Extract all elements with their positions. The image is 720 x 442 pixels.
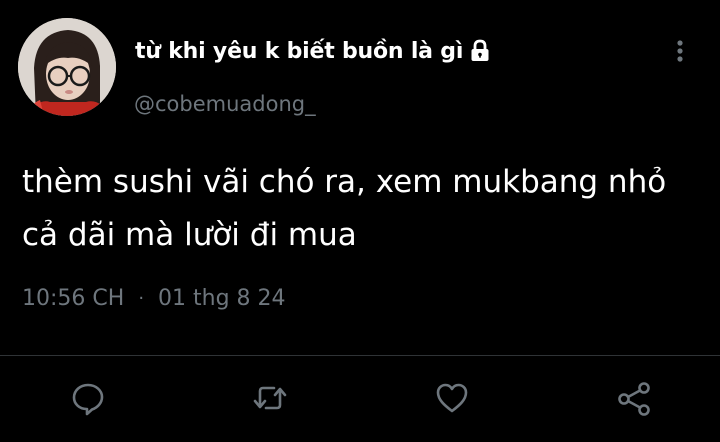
tweet-date[interactable]: 01 thg 8 24: [158, 286, 286, 311]
avatar[interactable]: [18, 18, 116, 116]
divider: [0, 355, 720, 356]
more-vertical-icon[interactable]: [670, 36, 690, 66]
share-icon: [616, 380, 652, 420]
like-button[interactable]: [430, 378, 474, 422]
tweet-metadata: 10:56 CH · 01 thg 8 24: [22, 286, 286, 311]
heart-icon: [434, 380, 470, 420]
display-name[interactable]: từ khi yêu k biết buồn là gì: [135, 39, 463, 64]
share-button[interactable]: [612, 378, 656, 422]
tweet-text: thèm sushi vãi chó ra, xem mukbang nhỏ c…: [22, 164, 667, 253]
author-name-row[interactable]: từ khi yêu k biết buồn là gì: [135, 35, 491, 67]
retweet-icon: [252, 380, 288, 420]
reply-button[interactable]: [66, 378, 110, 422]
meta-separator: ·: [138, 288, 145, 309]
reply-icon: [70, 380, 106, 420]
tweet-card: từ khi yêu k biết buồn là gì @cobemuadon…: [0, 0, 720, 442]
lock-icon: [469, 39, 491, 63]
retweet-button[interactable]: [248, 378, 292, 422]
avatar-image: [18, 18, 116, 116]
action-bar: [0, 378, 720, 426]
tweet-time[interactable]: 10:56 CH: [22, 286, 124, 311]
author-handle[interactable]: @cobemuadong_: [134, 92, 316, 116]
